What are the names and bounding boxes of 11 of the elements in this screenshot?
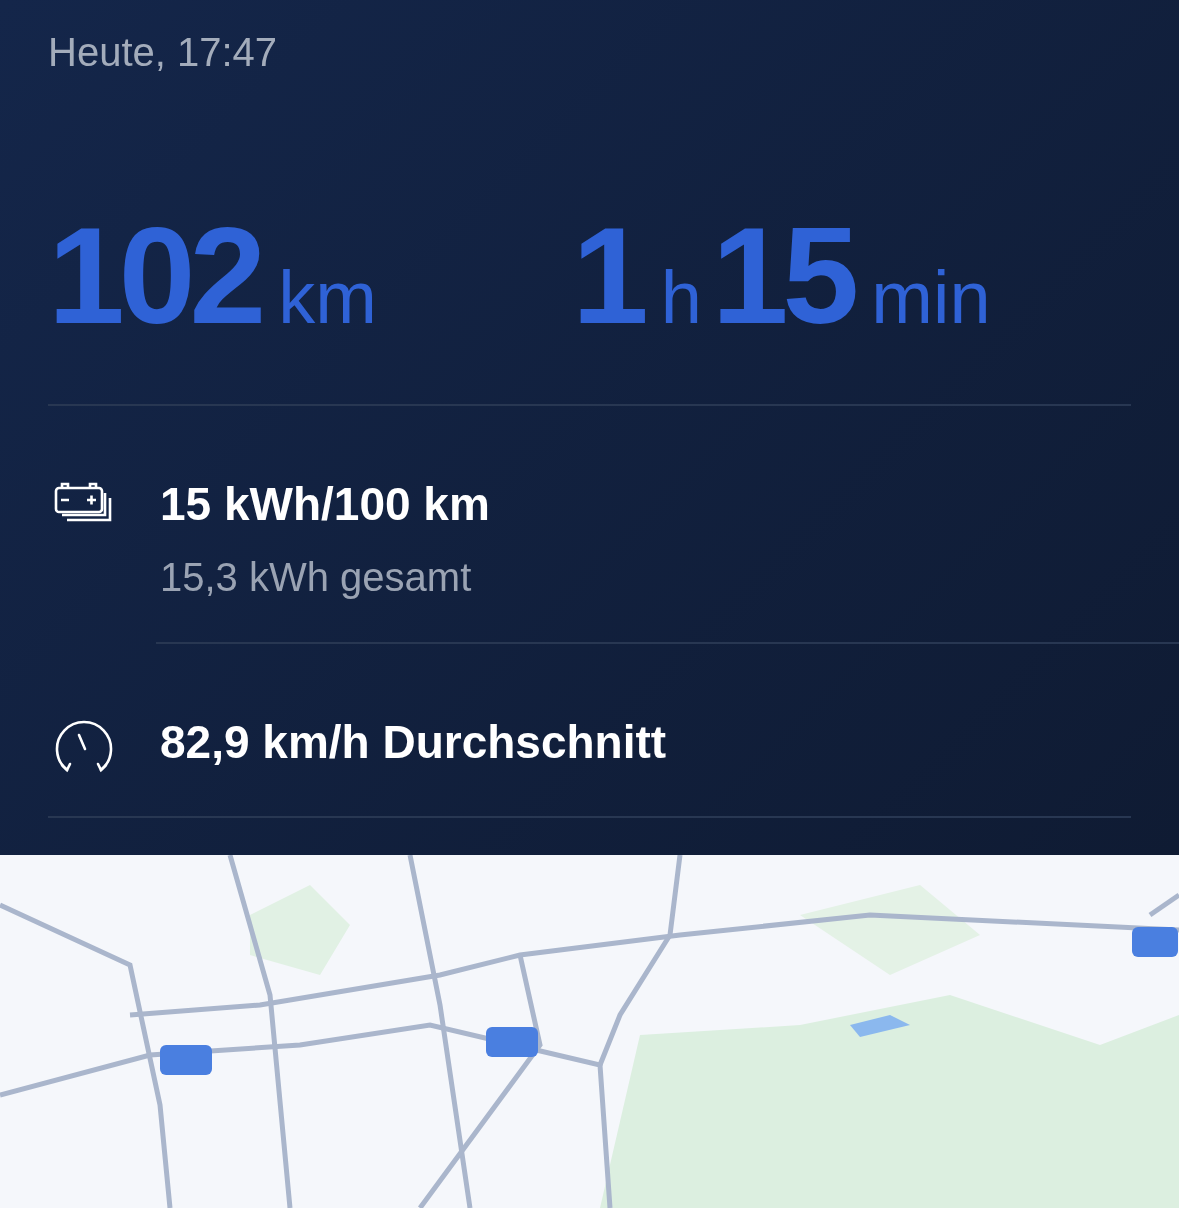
summary-value: 1 [571,206,643,344]
stat-value: 82,9 km/h Durchschnitt [160,715,667,770]
trip-time: Heute, 17:47 [48,29,279,76]
summary-unit: h [660,261,702,335]
summary-value: 15 [711,206,854,344]
stat-detail: 15,3 kWh gesamt [160,554,473,601]
summary-unit: min [871,261,991,335]
summary-unit: km [278,261,377,335]
stat-value: 15 kWh/100 km [160,477,490,532]
battery-icon [54,482,114,524]
summary-value: 102 [48,206,261,344]
